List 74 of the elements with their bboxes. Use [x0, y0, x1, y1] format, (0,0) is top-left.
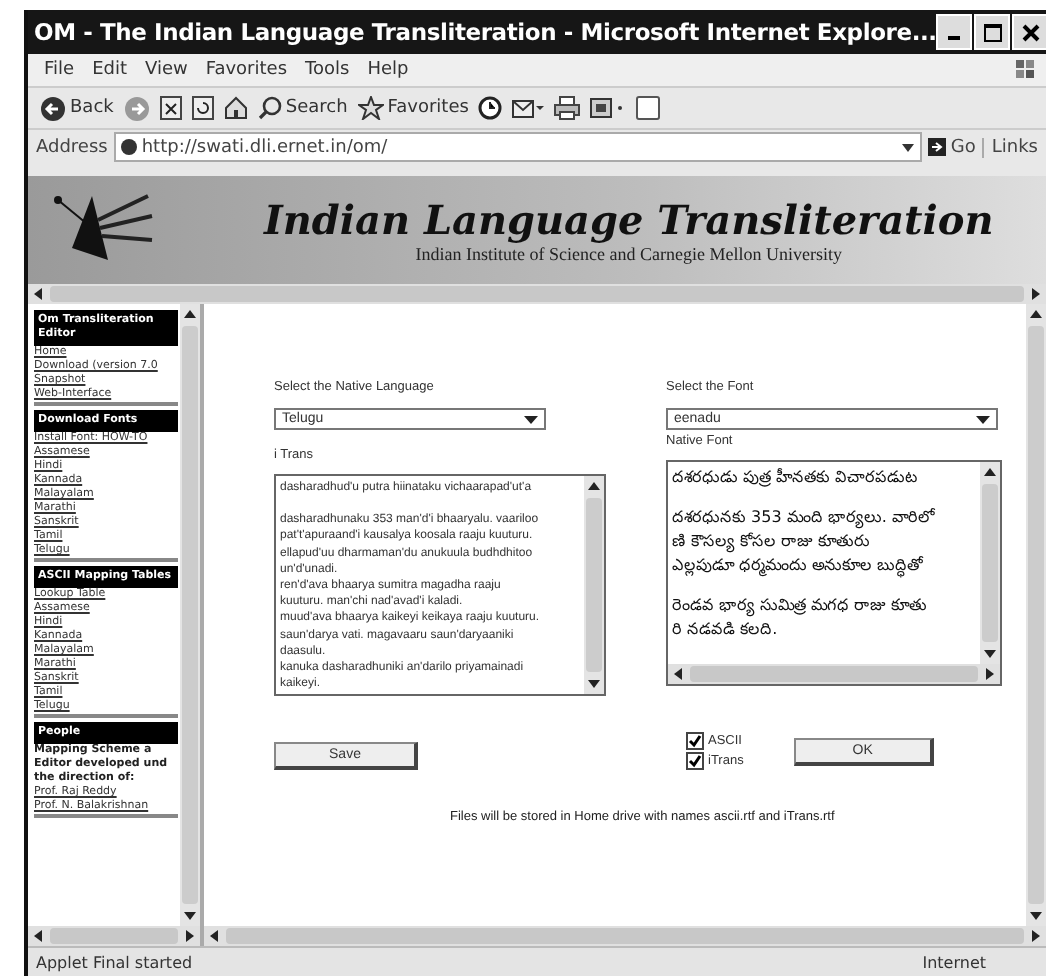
vertical-scrollbar[interactable] [180, 304, 200, 926]
status-text: Applet Final started [34, 953, 193, 971]
envelope-icon [512, 96, 545, 120]
scroll-left-arrow-icon[interactable] [206, 928, 222, 944]
back-button[interactable]: Back [40, 95, 114, 121]
vertical-scrollbar[interactable] [1026, 304, 1046, 926]
menu-item[interactable]: Tools [305, 60, 350, 80]
scroll-down-arrow-icon[interactable] [982, 646, 998, 662]
go-arrow-icon [928, 138, 947, 156]
vertical-scrollbar[interactable] [584, 476, 604, 694]
banner-subtitle: Indian Institute of Science and Carnegie Mellon University [415, 244, 842, 264]
menu-item[interactable]: File [44, 60, 75, 80]
refresh-icon [191, 96, 214, 120]
menu-item[interactable]: Edit [92, 60, 127, 80]
dropdown-arrow-icon [900, 139, 917, 155]
home-button[interactable] [223, 96, 248, 120]
stop-button[interactable] [159, 96, 182, 120]
menu-item[interactable]: View [145, 60, 188, 80]
scroll-left-arrow-icon[interactable] [30, 928, 46, 944]
scroll-down-arrow-icon[interactable] [586, 676, 602, 692]
back-arrow-icon [40, 95, 66, 121]
print-button[interactable] [554, 96, 581, 120]
menu-item[interactable]: Favorites [205, 60, 288, 80]
star-icon [357, 96, 384, 120]
horizontal-scrollbar[interactable] [204, 926, 1046, 946]
vertical-scrollbar[interactable] [980, 462, 1000, 664]
edit-button[interactable] [590, 96, 627, 120]
banner-title: Indian Language Transliteration [264, 196, 994, 244]
discuss-button[interactable] [636, 96, 661, 120]
scroll-right-arrow-icon[interactable] [1028, 286, 1044, 302]
maximize-button[interactable] [974, 14, 1011, 50]
horizontal-scrollbar[interactable] [28, 284, 1046, 304]
horizontal-scrollbar[interactable] [28, 926, 200, 946]
address-field[interactable]: http://swati.dli.ernet.in/om/ [113, 132, 923, 162]
scroll-right-arrow-icon[interactable] [1028, 928, 1044, 944]
close-icon [1021, 23, 1040, 41]
edit-icon [590, 96, 627, 120]
scroll-up-arrow-icon[interactable] [1028, 306, 1044, 322]
scroll-down-arrow-icon[interactable] [182, 908, 198, 924]
scroll-right-arrow-icon[interactable] [182, 928, 198, 944]
note-icon [636, 96, 661, 120]
window-title: OM - The Indian Language Transliteration - Microsoft Internet Explore... [34, 18, 937, 46]
scroll-down-arrow-icon[interactable] [1028, 908, 1044, 924]
windows-logo-icon [1014, 58, 1038, 82]
native-text-area[interactable]: దశరధుడు పుత్ర హీనతకు విచారపడుట దశరధునకు 353 మంది భార్యలు. వారిలో ణి కౌసల్య కోసల రాజు కూతురు ఎల్లపుడూ ధర్మమందు అనుకూల బుద్ధితో రెండవ భార్య సుమిత్ర మగధ రాజు కూతు రి నడవడి కలది. [666, 460, 1002, 686]
maximize-icon [983, 23, 1002, 41]
links-button[interactable]: Links [981, 137, 1046, 157]
forward-button[interactable] [123, 95, 150, 121]
close-button[interactable] [1012, 14, 1046, 50]
scroll-left-arrow-icon[interactable] [670, 666, 686, 682]
horizontal-scrollbar[interactable] [668, 664, 1000, 684]
menu-item[interactable]: Help [367, 60, 409, 80]
search-icon [257, 96, 282, 120]
address-label: Address [36, 137, 108, 157]
scroll-right-arrow-icon[interactable] [982, 666, 998, 682]
history-button[interactable] [478, 96, 503, 120]
zone-indicator: Internet [922, 953, 986, 971]
scroll-left-arrow-icon[interactable] [30, 286, 46, 302]
favorites-button[interactable]: Favorites [357, 96, 469, 120]
refresh-button[interactable] [191, 96, 214, 120]
dropdown-arrow-icon [524, 413, 538, 425]
scroll-up-arrow-icon[interactable] [982, 464, 998, 480]
scroll-up-arrow-icon[interactable] [586, 478, 602, 494]
go-button[interactable]: Go [928, 137, 976, 157]
search-button[interactable]: Search [257, 96, 348, 120]
mail-button[interactable] [512, 96, 545, 120]
minimize-button[interactable] [936, 14, 973, 50]
page-icon [119, 138, 138, 156]
stop-icon [159, 96, 182, 120]
printer-icon [554, 96, 581, 120]
scroll-up-arrow-icon[interactable] [182, 306, 198, 322]
home-icon [223, 96, 248, 120]
dropdown-arrow-icon [976, 413, 990, 425]
clock-icon [478, 96, 503, 120]
